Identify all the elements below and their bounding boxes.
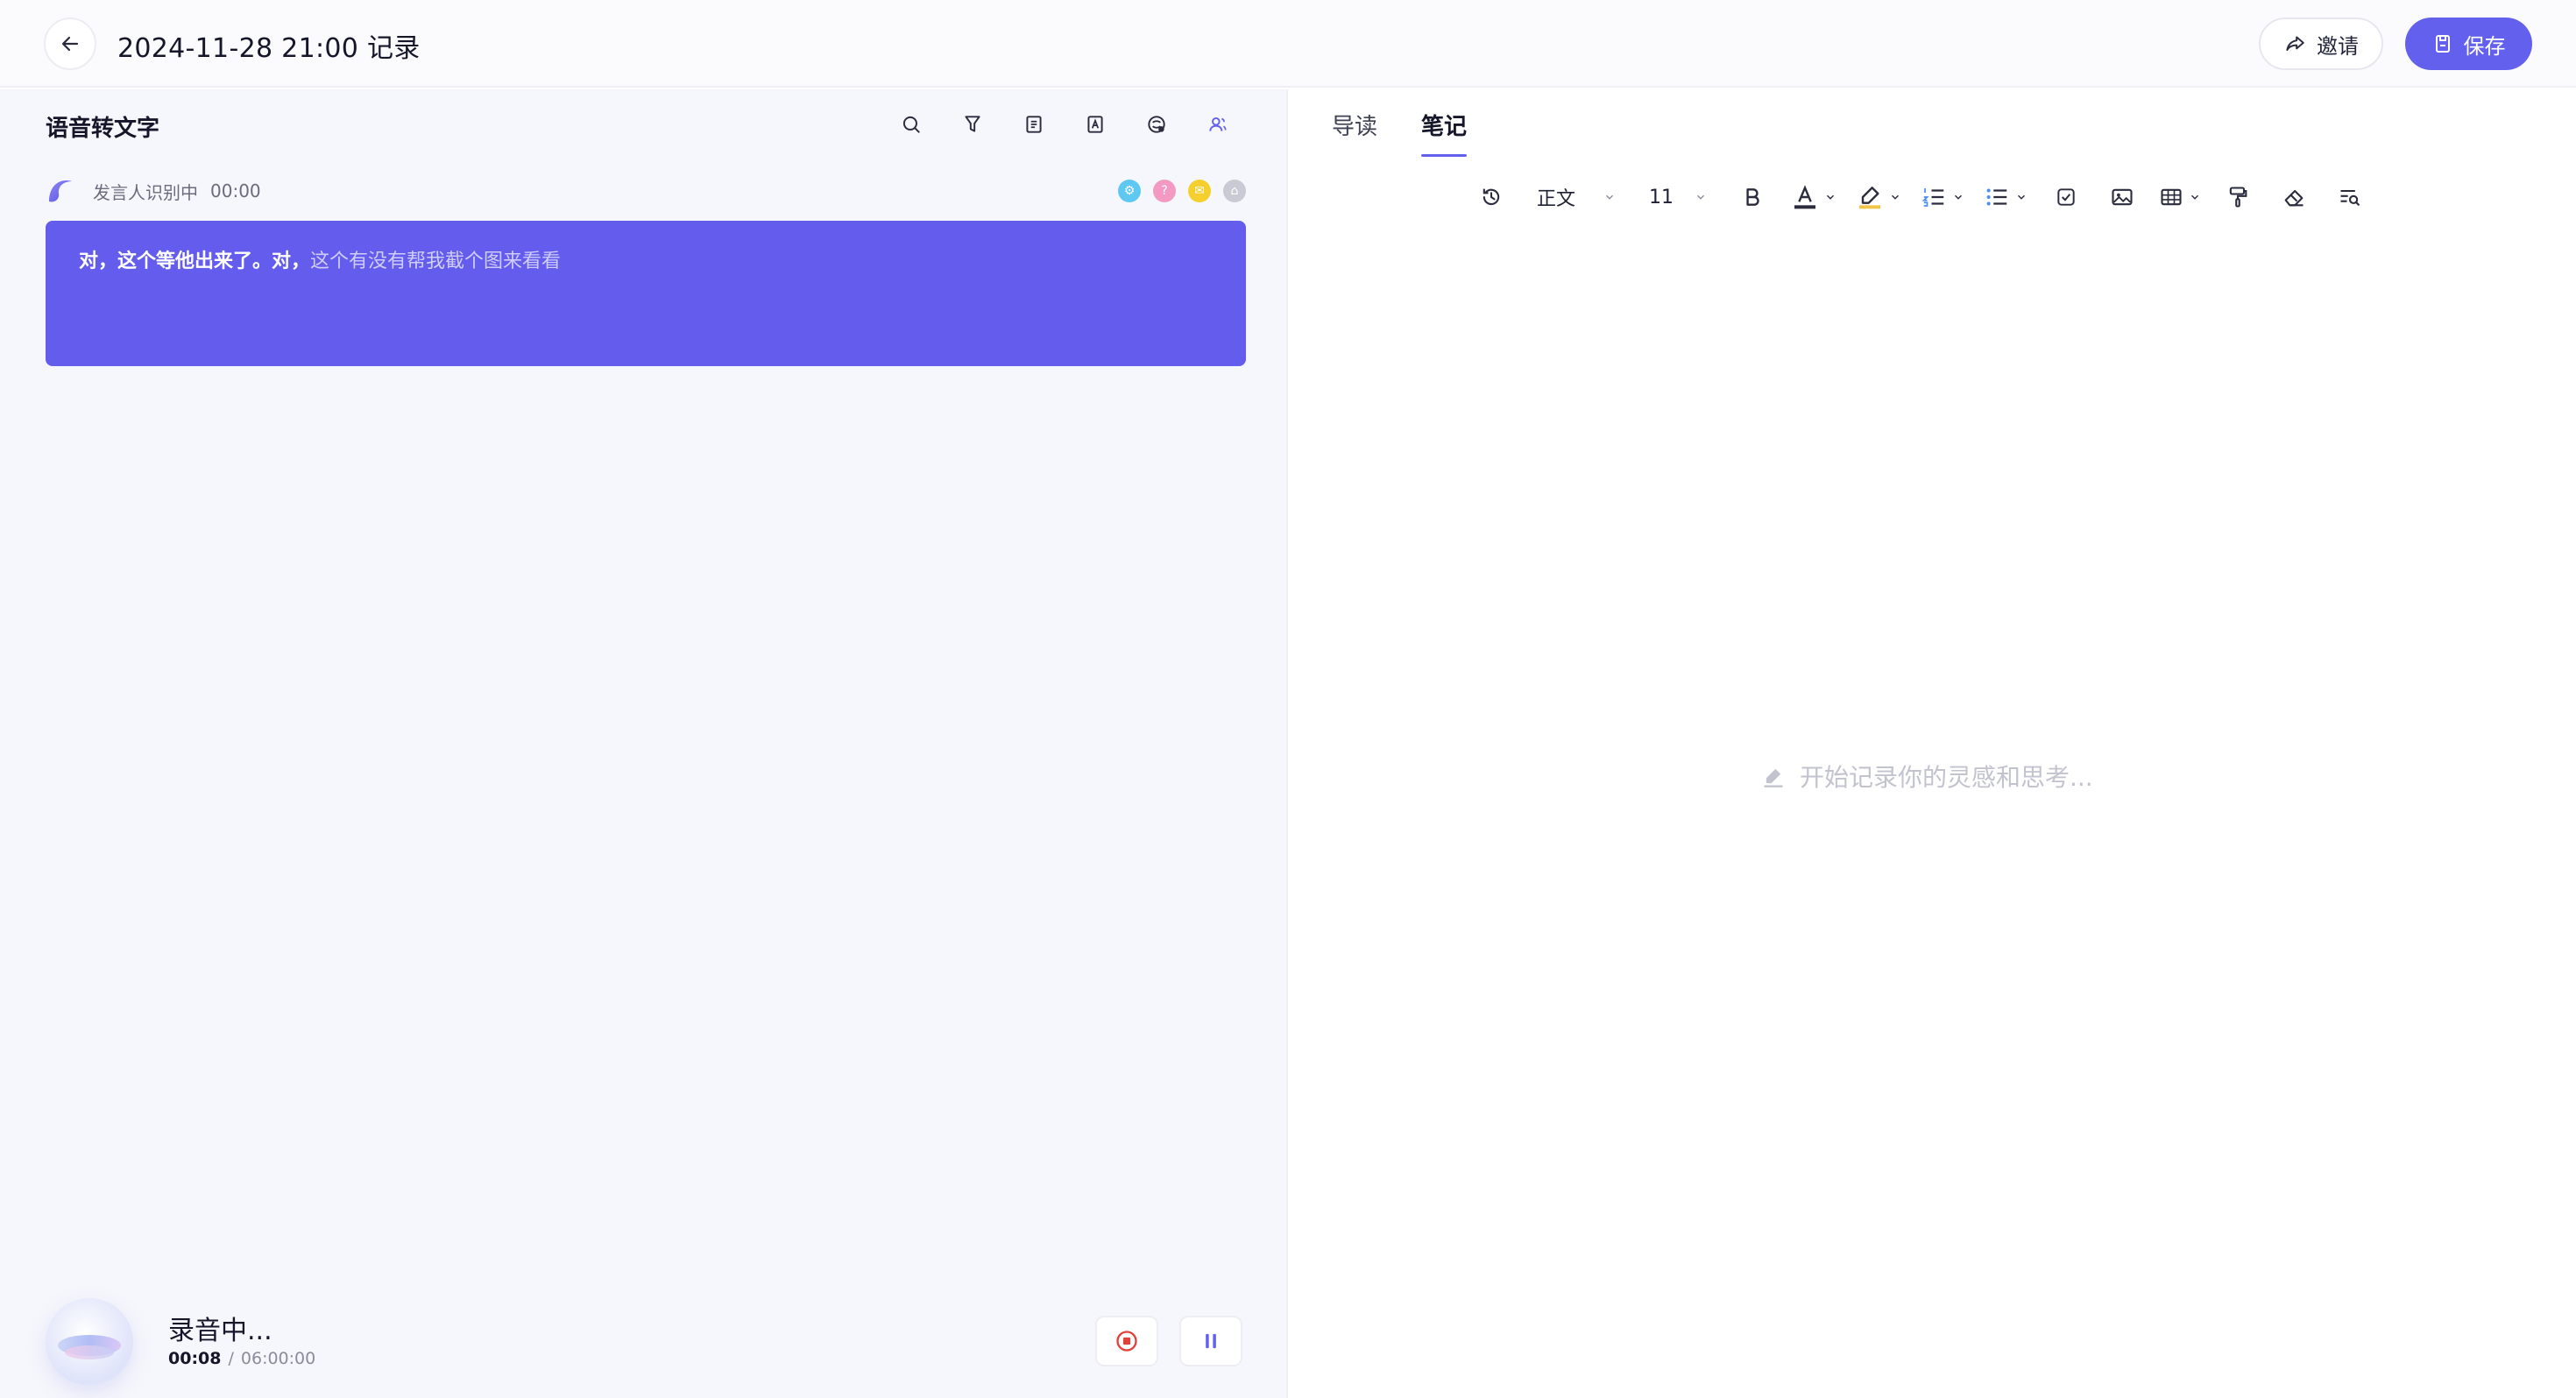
speaker-dot-gray[interactable]: ⌂ xyxy=(1223,180,1246,202)
bullet-list-button[interactable] xyxy=(1984,178,2028,216)
speaker-dot-blue[interactable]: ⚙ xyxy=(1118,180,1141,202)
recording-times: 00:08 / 06:00:00 xyxy=(168,1349,315,1368)
top-header: 2024-11-28 21:00 记录 邀请 保存 xyxy=(0,0,2576,88)
notes-tabs: 导读 笔记 xyxy=(1332,109,1468,157)
segment-text-pending: 这个有没有帮我截个图来看看 xyxy=(310,251,562,272)
speaker-row: 发言人识别中 00:00 ⚙ ? ✉ ⌂ xyxy=(44,173,1246,208)
editor-toolbar: 正文 11 xyxy=(1472,175,2369,219)
chevron-down-icon xyxy=(1697,194,1705,200)
ordered-list-button[interactable] xyxy=(1921,178,1964,216)
translate-icon[interactable] xyxy=(1139,107,1174,142)
speaker-dot-pink[interactable]: ? xyxy=(1153,180,1176,202)
bold-icon xyxy=(1746,188,1759,206)
format-painter-icon xyxy=(2229,187,2247,208)
save-button[interactable]: 保存 xyxy=(2405,18,2532,70)
chevron-down-icon xyxy=(1827,194,1835,200)
recording-orb-icon xyxy=(46,1298,133,1386)
speaker-avatar-icon xyxy=(49,180,72,202)
eraser-icon xyxy=(2284,189,2304,207)
share-icon xyxy=(2286,36,2304,52)
pencil-icon xyxy=(1764,768,1783,787)
checkbox-icon xyxy=(2057,188,2075,206)
highlighter-icon xyxy=(1859,187,1881,209)
bold-button[interactable] xyxy=(1733,178,1772,216)
font-size-value: 11 xyxy=(1649,186,1674,208)
invite-label: 邀请 xyxy=(2317,33,2359,59)
chevron-down-icon xyxy=(2191,194,2199,200)
save-icon xyxy=(2435,35,2450,53)
insert-table-button[interactable] xyxy=(2159,178,2201,216)
text-color-icon xyxy=(1794,185,1816,209)
speaker-icon[interactable] xyxy=(1200,107,1235,142)
ordered-list-icon xyxy=(1921,188,1944,207)
page-title: 2024-11-28 21:00 记录 xyxy=(117,33,421,64)
chevron-down-icon xyxy=(1955,194,1963,200)
notes-editor-placeholder[interactable]: 开始记录你的灵感和思考... xyxy=(1761,759,2093,794)
paragraph-style-select[interactable]: 正文 xyxy=(1537,178,1616,216)
filter-icon[interactable] xyxy=(955,107,990,142)
history-icon xyxy=(1483,188,1500,206)
find-replace-button[interactable] xyxy=(2331,178,2369,216)
table-icon xyxy=(2161,188,2182,206)
insert-image-button[interactable] xyxy=(2103,178,2141,216)
search-icon[interactable] xyxy=(894,107,929,142)
recording-status: 录音中... xyxy=(168,1316,272,1346)
font-size-select[interactable]: 11 xyxy=(1649,178,1707,216)
bullet-list-icon xyxy=(1986,188,2007,206)
recording-separator: / xyxy=(228,1349,234,1368)
chevron-down-icon xyxy=(1606,194,1614,200)
transcript-toolbar xyxy=(894,107,1235,142)
chevron-down-icon xyxy=(1892,194,1900,200)
stop-button[interactable] xyxy=(1095,1316,1158,1366)
speaker-dots: ⚙ ? ✉ ⌂ xyxy=(1118,180,1246,202)
speaker-dot-yellow[interactable]: ✉ xyxy=(1188,180,1211,202)
save-label: 保存 xyxy=(2463,33,2506,59)
recording-bar: 录音中... 00:08 / 06:00:00 xyxy=(0,1263,1286,1398)
recording-current: 00:08 xyxy=(168,1349,222,1368)
transcript-segment[interactable]: 对，这个等他出来了。对，这个有没有帮我截个图来看看 xyxy=(46,221,1246,366)
invite-button[interactable]: 邀请 xyxy=(2259,18,2383,70)
stop-icon xyxy=(1116,1331,1137,1352)
tab-notes[interactable]: 笔记 xyxy=(1421,109,1468,157)
text-icon[interactable] xyxy=(1078,107,1113,142)
back-button[interactable] xyxy=(44,18,96,70)
segment-text-confirmed: 对，这个等他出来了。对， xyxy=(79,251,311,272)
speaker-time: 00:00 xyxy=(210,180,261,201)
format-painter-button[interactable] xyxy=(2219,178,2257,216)
summary-icon[interactable] xyxy=(1016,107,1051,142)
image-icon xyxy=(2112,188,2133,206)
pause-icon xyxy=(1206,1333,1216,1349)
find-text-icon xyxy=(2340,189,2360,207)
speaker-label: 发言人识别中 xyxy=(93,181,198,203)
notes-panel: 导读 笔记 正文 11 开始记录你的灵感和思考... xyxy=(1288,89,2576,1398)
transcript-title: 语音转文字 xyxy=(46,116,160,142)
clear-format-button[interactable] xyxy=(2275,178,2313,216)
highlight-button[interactable] xyxy=(1856,178,1901,216)
tab-guide[interactable]: 导读 xyxy=(1332,109,1377,157)
checklist-button[interactable] xyxy=(2047,178,2085,216)
history-button[interactable] xyxy=(1472,178,1511,216)
arrow-left-icon xyxy=(61,36,79,52)
text-color-button[interactable] xyxy=(1791,178,1836,216)
chevron-down-icon xyxy=(2018,194,2026,200)
pause-button[interactable] xyxy=(1179,1316,1242,1366)
paragraph-style-value: 正文 xyxy=(1537,188,1576,210)
placeholder-text: 开始记录你的灵感和思考... xyxy=(1800,763,2093,792)
recording-total: 06:00:00 xyxy=(240,1349,316,1368)
transcript-panel: 语音转文字 发言人识别中 00:00 ⚙ ? ✉ ⌂ 对，这个等他出来了。对，这… xyxy=(0,89,1286,1398)
